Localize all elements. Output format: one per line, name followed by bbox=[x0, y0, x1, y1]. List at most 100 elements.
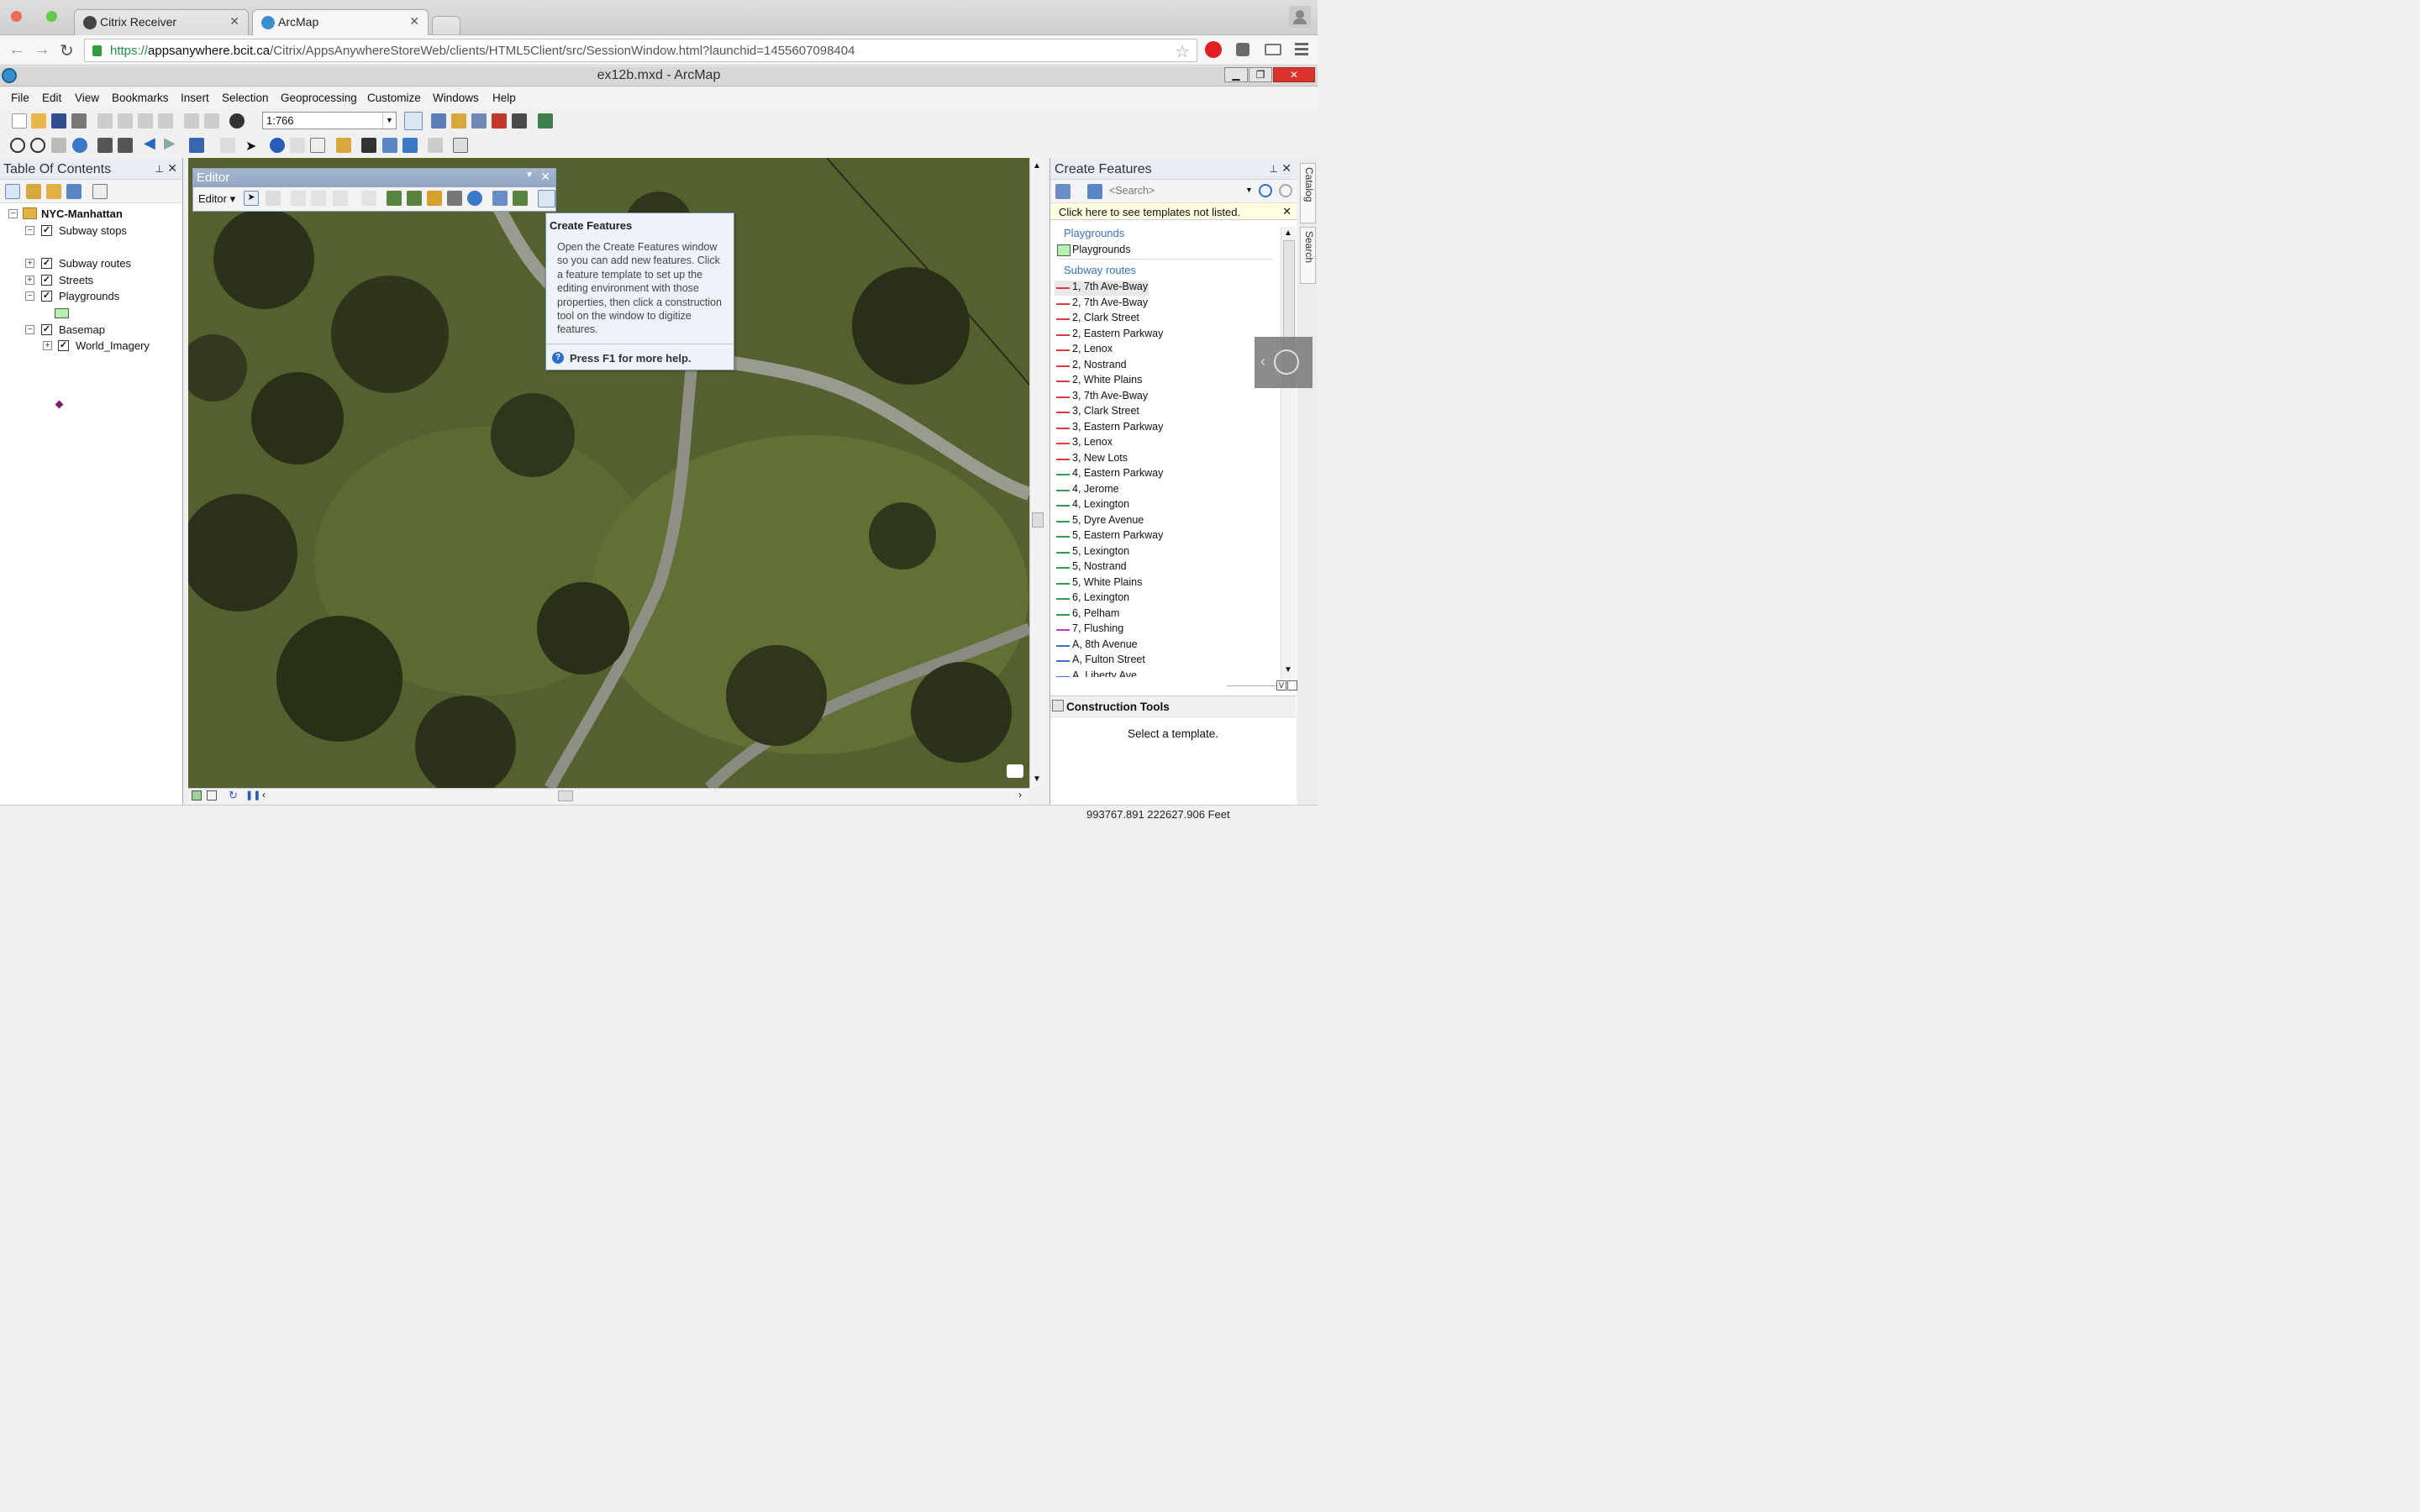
adblock-extension-icon[interactable] bbox=[1205, 41, 1222, 58]
close-tab-icon[interactable]: ✕ bbox=[409, 14, 419, 29]
scroll-thumb[interactable] bbox=[1032, 512, 1044, 528]
layer-visibility-checkbox[interactable]: ✓ bbox=[41, 258, 52, 269]
toc-layer-basemap[interactable]: − ✓ Basemap bbox=[0, 323, 183, 338]
menu-bookmarks[interactable]: Bookmarks bbox=[112, 92, 169, 104]
editor-menu-button[interactable]: Editor ▾ bbox=[198, 192, 235, 206]
open-folder-icon[interactable] bbox=[31, 113, 46, 129]
close-icon[interactable]: ✕ bbox=[1282, 205, 1292, 218]
template-item[interactable]: 3, Lenox bbox=[1055, 436, 1273, 451]
template-item[interactable]: 4, Lexington bbox=[1055, 498, 1273, 513]
select-elements-icon[interactable]: ➤ bbox=[245, 138, 260, 154]
browser-tab-arcmap[interactable]: ArcMap ✕ bbox=[252, 9, 429, 36]
cut-polygons-icon[interactable] bbox=[427, 191, 442, 206]
rotate-icon[interactable] bbox=[467, 191, 482, 206]
template-item[interactable]: 2, Nostrand bbox=[1055, 359, 1273, 374]
template-item[interactable]: Playgrounds bbox=[1055, 244, 1273, 259]
template-item[interactable]: 6, Pelham bbox=[1055, 607, 1273, 622]
template-item[interactable]: 4, Jerome bbox=[1055, 483, 1273, 498]
select-features-icon[interactable] bbox=[189, 138, 204, 153]
template-item[interactable]: 3, 7th Ave-Bway bbox=[1055, 390, 1273, 405]
refresh-icon[interactable]: ↻ bbox=[229, 789, 238, 802]
template-item[interactable]: 5, White Plains bbox=[1055, 576, 1273, 591]
template-item[interactable]: 5, Dyre Avenue bbox=[1055, 514, 1273, 529]
scroll-right-icon[interactable]: › bbox=[1018, 789, 1022, 801]
template-item[interactable]: 5, Nostrand bbox=[1055, 560, 1273, 575]
map-horizontal-scrollbar[interactable]: ↻ ❚❚ ‹ › bbox=[188, 788, 1029, 803]
template-item[interactable]: 3, New Lots bbox=[1055, 452, 1273, 467]
expand-icon[interactable]: + bbox=[43, 341, 52, 350]
edit-vertices-icon[interactable] bbox=[387, 191, 402, 206]
forward-extent-icon[interactable]: ▶ bbox=[164, 134, 179, 151]
close-icon[interactable]: ✕ bbox=[540, 170, 550, 184]
address-bar[interactable]: https://appsanywhere.bcit.ca/Citrix/Apps… bbox=[84, 39, 1197, 62]
search-side-tab[interactable]: Search bbox=[1300, 227, 1316, 284]
cut-icon[interactable] bbox=[97, 113, 113, 129]
find-route-icon[interactable] bbox=[382, 138, 397, 153]
template-item[interactable]: 2, 7th Ave-Bway bbox=[1055, 297, 1273, 312]
pan-hand-icon[interactable] bbox=[51, 138, 66, 153]
chevron-down-icon[interactable]: ▼ bbox=[1245, 186, 1253, 194]
new-document-icon[interactable] bbox=[12, 113, 27, 129]
scroll-left-icon[interactable]: ‹ bbox=[262, 789, 266, 801]
collapse-icon[interactable]: − bbox=[25, 291, 34, 301]
editor-toolbar-icon[interactable] bbox=[404, 112, 423, 130]
template-item[interactable]: 5, Lexington bbox=[1055, 545, 1273, 560]
restore-button[interactable]: ❐ bbox=[1249, 67, 1272, 82]
template-list-scrollbar[interactable]: ▲ ▼ bbox=[1281, 227, 1296, 679]
measure-icon[interactable] bbox=[336, 138, 351, 153]
template-item[interactable]: 7, Flushing bbox=[1055, 622, 1273, 638]
point-tool-icon[interactable] bbox=[361, 191, 376, 206]
list-by-source-icon[interactable] bbox=[26, 184, 41, 199]
toc-dataframe-row[interactable]: − NYC-Manhattan bbox=[0, 207, 183, 222]
close-icon[interactable]: ✕ bbox=[167, 161, 177, 176]
menu-windows[interactable]: Windows bbox=[433, 92, 479, 104]
zoom-out-icon[interactable] bbox=[30, 138, 45, 153]
template-item[interactable]: 3, Clark Street bbox=[1055, 405, 1273, 420]
menu-insert[interactable]: Insert bbox=[181, 92, 209, 104]
fixed-zoom-in-icon[interactable] bbox=[97, 138, 113, 153]
edit-annotation-icon[interactable] bbox=[266, 191, 281, 206]
modelbuilder-icon[interactable] bbox=[538, 113, 553, 129]
menu-view[interactable]: View bbox=[75, 92, 99, 104]
scroll-up-icon[interactable]: ▲ bbox=[1033, 161, 1041, 171]
template-item[interactable]: 2, Lenox bbox=[1055, 343, 1273, 358]
find-binoculars-icon[interactable] bbox=[361, 138, 376, 153]
undo-icon[interactable] bbox=[184, 113, 199, 129]
list-by-selection-icon[interactable] bbox=[66, 184, 82, 199]
reload-icon[interactable]: ↻ bbox=[60, 40, 74, 61]
toc-layer-subway-stops[interactable]: − ✓ Subway stops bbox=[0, 223, 183, 239]
filter-icon[interactable] bbox=[1055, 184, 1071, 199]
redo-icon[interactable] bbox=[204, 113, 219, 129]
menu-help[interactable]: Help bbox=[492, 92, 516, 104]
collapse-icon[interactable]: − bbox=[25, 325, 34, 334]
scroll-down-icon[interactable]: ▼ bbox=[1284, 665, 1292, 675]
arctoolbox-icon[interactable] bbox=[492, 113, 507, 129]
pin-icon[interactable]: ⊥ bbox=[1270, 163, 1278, 175]
playground-symbol[interactable] bbox=[55, 308, 69, 318]
straight-segment-icon[interactable] bbox=[291, 191, 306, 206]
delete-icon[interactable] bbox=[158, 113, 173, 129]
templates-not-listed-bar[interactable]: Click here to see templates not listed. … bbox=[1050, 203, 1297, 220]
comment-bubble-icon[interactable] bbox=[1007, 764, 1023, 778]
copy-icon[interactable] bbox=[118, 113, 133, 129]
clear-selection-icon[interactable] bbox=[220, 138, 235, 153]
expand-icon[interactable]: + bbox=[25, 276, 34, 285]
toc-layer-streets[interactable]: + ✓ Streets bbox=[0, 273, 183, 288]
hyperlink-icon[interactable] bbox=[290, 138, 305, 153]
catalog-side-tab[interactable]: Catalog bbox=[1300, 163, 1316, 223]
template-item[interactable]: 3, Eastern Parkway bbox=[1055, 421, 1273, 436]
save-icon[interactable] bbox=[51, 113, 66, 129]
layer-visibility-checkbox[interactable]: ✓ bbox=[41, 324, 52, 335]
browser-tab-citrix[interactable]: Citrix Receiver ✕ bbox=[74, 9, 249, 35]
scroll-thumb[interactable] bbox=[558, 790, 573, 801]
print-icon[interactable] bbox=[71, 113, 87, 129]
bookmark-star-icon[interactable]: ☆ bbox=[1175, 41, 1190, 62]
map-vertical-scrollbar[interactable]: ▲ ▼ bbox=[1029, 158, 1045, 788]
pin-icon[interactable]: ⊥ bbox=[155, 163, 164, 175]
search-icon[interactable] bbox=[1259, 184, 1272, 197]
template-item[interactable]: A, Fulton Street bbox=[1055, 654, 1273, 669]
collapse-panel-icon[interactable]: V bbox=[1276, 680, 1286, 690]
pause-drawing-icon[interactable]: ❚❚ bbox=[245, 790, 260, 801]
menu-customize[interactable]: Customize bbox=[367, 92, 421, 104]
cast-icon[interactable] bbox=[1265, 44, 1281, 55]
